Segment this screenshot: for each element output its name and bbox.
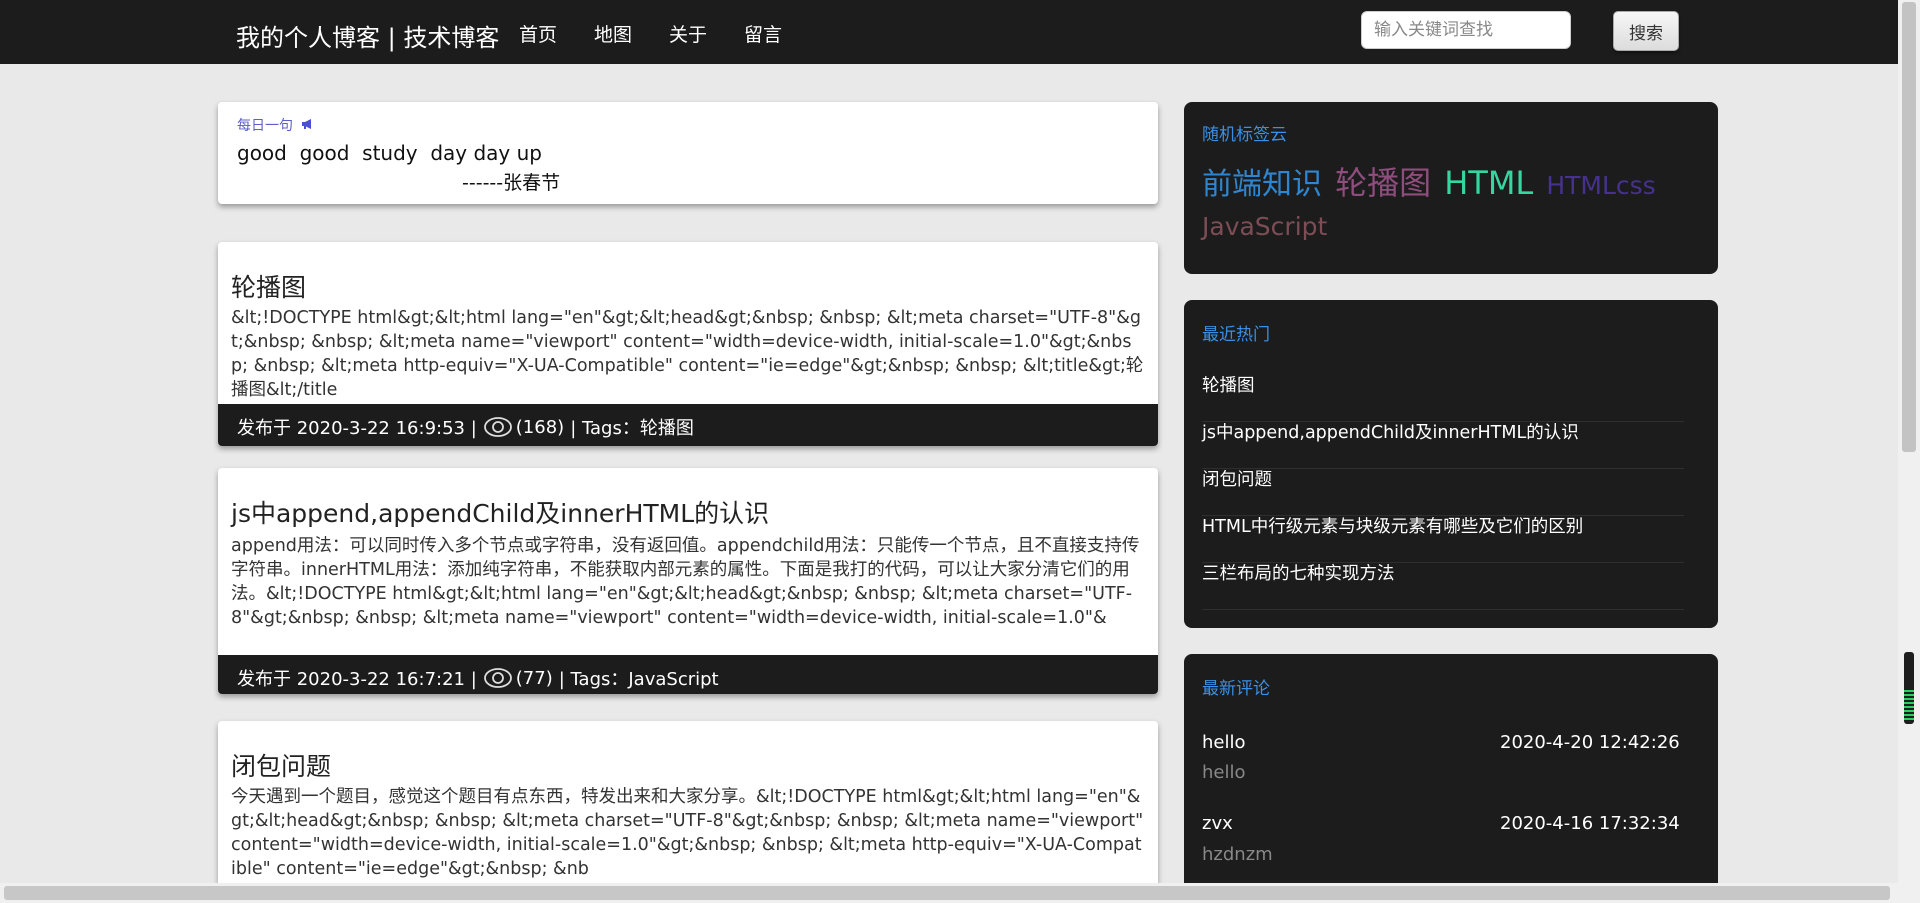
article-excerpt: &lt;!DOCTYPE html&gt;&lt;html lang="en"&… [231, 308, 1144, 400]
search-input[interactable] [1361, 11, 1571, 49]
article-date: 发布于 2020-3-22 16:9:53 | [237, 418, 477, 439]
hot-post-item[interactable]: 闭包问题 [1202, 468, 1684, 516]
article-excerpt: append用法：可以同时传入多个节点或字符串，没有返回值。appendchil… [231, 536, 1140, 628]
article-footer: 发布于 2020-3-22 16:9:53 | (168) | Tags：轮播图 [218, 404, 1158, 446]
quote-author: ------张春节 [462, 172, 561, 194]
comment-author[interactable]: zvx [1202, 813, 1233, 834]
vertical-scrollbar[interactable] [1898, 0, 1920, 903]
horizontal-scroll-thumb[interactable] [4, 886, 1890, 900]
nav-home[interactable]: 首页 [519, 20, 557, 47]
article-title[interactable]: js中append,appendChild及innerHTML的认识 [231, 494, 769, 530]
hot-posts-card: 最近热门 轮播图 js中append,appendChild及innerHTML… [1184, 300, 1718, 628]
article-views: (77) [515, 667, 553, 689]
comment-text: hello [1202, 762, 1246, 783]
hot-post-item[interactable]: js中append,appendChild及innerHTML的认识 [1202, 421, 1684, 469]
eye-icon [483, 416, 513, 438]
tag-frontend[interactable]: 前端知识 [1202, 166, 1322, 204]
tag-cloud-card: 随机标签云 前端知识 轮播图 HTML HTMLcss JavaScript [1184, 102, 1718, 274]
comment-time: 2020-4-16 17:32:34 [1500, 813, 1680, 834]
article-views: (168) [515, 416, 565, 438]
comment-author[interactable]: hello [1202, 732, 1246, 753]
megaphone-icon [301, 119, 315, 134]
quote-text: good good study day day up [237, 141, 542, 165]
hot-posts-title: 最近热门 [1202, 325, 1270, 345]
nav-guestbook[interactable]: 留言 [744, 20, 782, 47]
search-button[interactable]: 搜索 [1613, 11, 1679, 51]
comment-time: 2020-4-20 12:42:26 [1500, 732, 1680, 753]
tag-javascript[interactable]: JavaScript [1202, 208, 1327, 246]
tag-cloud-title: 随机标签云 [1202, 125, 1287, 145]
tag-html[interactable]: HTML [1444, 164, 1533, 202]
tag-carousel[interactable]: 轮播图 [1335, 164, 1431, 202]
top-navbar: 我的个人博客 | 技术博客 首页 地图 关于 留言 搜索 [0, 0, 1898, 64]
article-excerpt: 今天遇到一个题目，感觉这个题目有点东西，特发出来和大家分享。&lt;!DOCTY… [231, 787, 1144, 879]
nav-about[interactable]: 关于 [669, 20, 707, 47]
eye-icon [483, 667, 513, 689]
comment-text: hzdnzm [1202, 844, 1273, 865]
quote-title: 每日一句 [237, 115, 315, 135]
article-title[interactable]: 闭包问题 [231, 747, 331, 783]
site-brand[interactable]: 我的个人博客 | 技术博客 [236, 18, 499, 53]
article-card: 轮播图 &lt;!DOCTYPE html&gt;&lt;html lang="… [218, 242, 1158, 446]
main-nav: 首页 地图 关于 留言 [519, 20, 819, 47]
latest-comments-card: 最新评论 hello 2020-4-20 12:42:26 hello zvx … [1184, 654, 1718, 883]
article-card: js中append,appendChild及innerHTML的认识 appen… [218, 468, 1158, 694]
vertical-scroll-thumb[interactable] [1902, 2, 1916, 452]
article-title[interactable]: 轮播图 [231, 268, 306, 304]
article-date: 发布于 2020-3-22 16:7:21 | [237, 669, 477, 690]
hot-post-item[interactable]: 轮播图 [1202, 374, 1684, 422]
latest-comments-title: 最新评论 [1202, 679, 1270, 699]
article-tags[interactable]: | Tags：轮播图 [570, 414, 694, 440]
nav-map[interactable]: 地图 [594, 20, 632, 47]
quote-title-label: 每日一句 [237, 118, 293, 134]
daily-quote-card: 每日一句 good good study day day up ------张春… [218, 102, 1158, 204]
article-card: 闭包问题 今天遇到一个题目，感觉这个题目有点东西，特发出来和大家分享。&lt;!… [218, 721, 1158, 883]
tag-cloud: 前端知识 轮播图 HTML HTMLcss JavaScript [1202, 164, 1702, 249]
horizontal-scrollbar[interactable] [0, 883, 1898, 903]
scroll-progress-indicator [1904, 690, 1914, 720]
article-footer: 发布于 2020-3-22 16:7:21 | (77) | Tags：Java… [218, 655, 1158, 694]
tag-htmlcss[interactable]: HTMLcss [1546, 167, 1655, 205]
hot-post-item[interactable]: HTML中行级元素与块级元素有哪些及它们的区别 [1202, 515, 1684, 563]
hot-post-item[interactable]: 三栏布局的七种实现方法 [1202, 562, 1684, 610]
article-tags[interactable]: | Tags：JavaScript [559, 665, 719, 691]
